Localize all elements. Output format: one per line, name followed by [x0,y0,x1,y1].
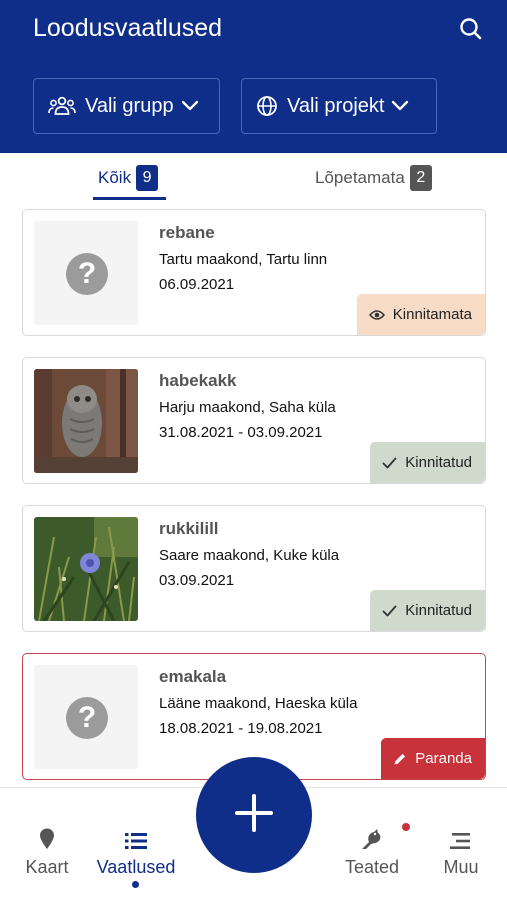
tab-unfinished-count: 2 [409,165,432,191]
tab-all-label: Kõik [98,168,132,187]
observation-card[interactable]: ? rebane Tartu maakond, Tartu linn 06.09… [22,209,486,336]
observation-date: 03.09.2021 [159,572,235,589]
status-badge: Kinnitamata [356,294,485,335]
bird-icon [360,824,384,850]
observation-location: Lääne maakond, Haeska küla [159,695,358,712]
active-indicator [132,881,139,888]
nav-messages-label: Teated [344,857,400,877]
observation-date: 31.08.2021 - 03.09.2021 [159,424,323,441]
status-label: Kinnitatud [405,454,472,471]
question-icon: ? [66,253,108,295]
tab-unfinished-label: Lõpetamata [315,168,405,187]
eye-icon [368,309,385,321]
tab-all[interactable]: Kõik 9 [98,165,159,191]
group-filter-button[interactable]: Vali grupp [33,78,220,134]
nav-map[interactable]: Kaart [20,824,74,878]
map-pin-icon [39,824,55,850]
notification-dot [402,823,410,831]
observation-location: Tartu maakond, Tartu linn [159,251,328,268]
observation-card[interactable]: habekakk Harju maakond, Saha küla 31.08.… [22,357,486,484]
species-name: rebane [159,223,215,242]
observation-tabs: Kõik 9 Lõpetamata 2 [0,153,507,203]
project-filter-button[interactable]: Vali projekt [241,78,437,134]
active-tab-indicator [93,197,166,200]
group-filter-label: Vali grupp [85,94,174,117]
status-badge: Kinnitatud [370,590,485,631]
observation-card[interactable]: rukkilill Saare maakond, Kuke küla 03.09… [22,505,486,632]
checkmark-icon [382,457,397,469]
fix-button[interactable]: Paranda [381,738,485,779]
globe-icon [256,95,278,117]
menu-icon [450,824,472,850]
pencil-icon [393,752,407,766]
nav-more-label: Muu [443,857,479,877]
status-badge: Kinnitatud [370,442,485,483]
status-label: Kinnitatud [405,602,472,619]
observation-location: Harju maakond, Saha küla [159,399,336,416]
nav-observations-label: Vaatlused [96,857,176,877]
chevron-down-icon [181,100,199,112]
species-name: emakala [159,667,227,686]
observation-date: 18.08.2021 - 19.08.2021 [159,720,323,737]
observation-image-placeholder: ? [34,221,138,325]
app-header: Loodusvaatlused Vali grupp Vali projekt [0,0,507,153]
tab-unfinished[interactable]: Lõpetamata 2 [315,165,432,191]
nav-more[interactable]: Muu [440,824,482,878]
observation-date: 06.09.2021 [159,276,235,293]
plus-icon [233,792,275,839]
species-name: rukkilill [159,519,219,538]
nav-observations[interactable]: Vaatlused [94,824,178,878]
owl-photo [34,369,138,473]
project-filter-label: Vali projekt [287,94,385,117]
app-title: Loodusvaatlused [33,14,223,42]
nav-messages[interactable]: Teated [340,824,404,878]
status-label: Kinnitamata [392,306,472,323]
chevron-down-icon [391,100,409,112]
nav-map-label: Kaart [25,857,69,877]
question-icon: ? [66,697,108,739]
cornflower-photo [34,517,138,621]
observation-location: Saare maakond, Kuke küla [159,547,340,564]
species-name: habekakk [159,371,237,390]
checkmark-icon [382,605,397,617]
search-icon[interactable] [458,16,484,42]
list-icon [125,824,147,850]
fix-label: Paranda [415,750,472,767]
observation-image-placeholder: ? [34,665,138,769]
group-icon [48,96,76,116]
add-observation-button[interactable] [196,757,312,873]
tab-all-count: 9 [136,165,159,191]
